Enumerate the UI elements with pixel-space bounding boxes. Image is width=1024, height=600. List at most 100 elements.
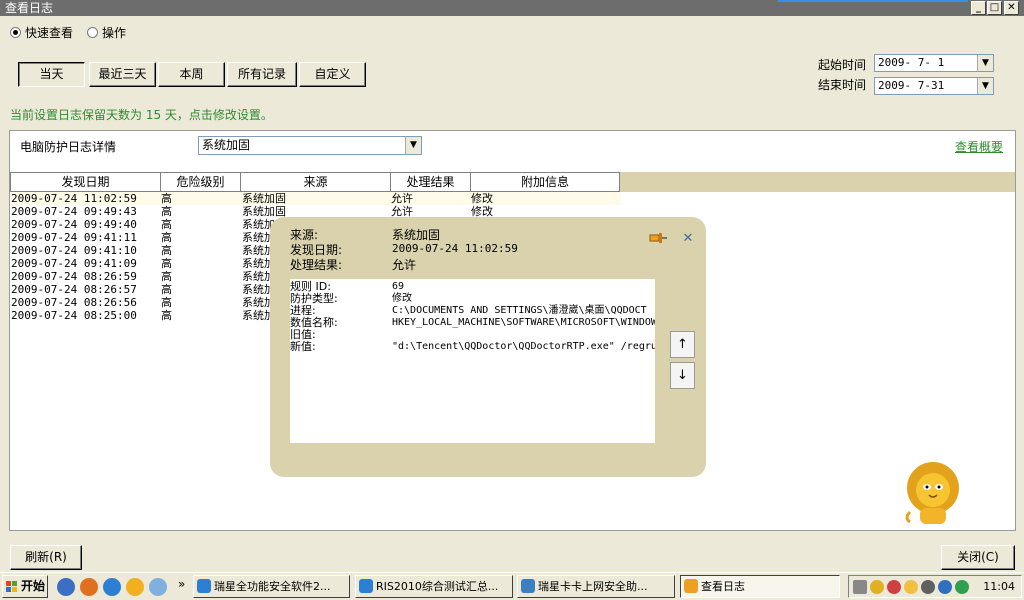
start-button[interactable]: 开始	[2, 575, 48, 598]
log-app-icon	[684, 579, 698, 593]
minimize-button[interactable]: _	[971, 1, 986, 15]
panel-title: 电脑防护日志详情	[20, 140, 117, 154]
all-records-button[interactable]: 所有记录	[227, 62, 297, 87]
operate-label[interactable]: 操作	[102, 24, 126, 41]
table-cell: 2009-07-24 08:26:56	[11, 296, 137, 309]
this-week-button[interactable]: 本周	[158, 62, 225, 87]
start-time-picker[interactable]: 2009- 7- 1 ▼	[874, 54, 994, 72]
retention-notice[interactable]: 当前设置日志保留天数为 15 天，点击修改设置。	[10, 106, 273, 123]
detail-result-value: 允许	[392, 258, 417, 272]
view-mode-group: 快速查看 操作	[10, 24, 136, 40]
column-header-result[interactable]: 处理结果	[390, 172, 471, 192]
column-header-source[interactable]: 来源	[240, 172, 391, 192]
update-icon[interactable]	[938, 580, 952, 594]
column-header-date[interactable]: 发现日期	[10, 172, 161, 192]
clock: 11:04	[983, 580, 1015, 593]
windows-logo-icon	[6, 581, 17, 592]
media-player-icon[interactable]	[57, 578, 75, 596]
music-icon[interactable]	[80, 578, 98, 596]
headset-icon[interactable]	[126, 578, 144, 596]
table-cell: 高	[161, 270, 172, 283]
refresh-button[interactable]: 刷新(R)	[10, 545, 82, 570]
table-cell: 2009-07-24 09:49:40	[11, 218, 137, 231]
quick-view-label[interactable]: 快速查看	[25, 24, 73, 41]
category-value: 系统加固	[202, 138, 251, 152]
table-cell: 2009-07-24 09:41:11	[11, 231, 137, 244]
title-bar: 查看日志 _ □ ✕	[0, 0, 1024, 16]
table-cell: 2009-07-24 11:02:59	[11, 192, 137, 205]
end-time-picker[interactable]: 2009- 7-31 ▼	[874, 77, 994, 95]
detail-result-label: 处理结果:	[290, 258, 343, 272]
start-time-value: 2009- 7- 1	[878, 56, 945, 69]
browser-icon	[359, 579, 373, 593]
next-record-button[interactable]: ↓	[670, 362, 695, 389]
close-window-button[interactable]: ✕	[1004, 1, 1019, 15]
category-select[interactable]: 系统加固 ▼	[198, 136, 422, 155]
umbrella-icon[interactable]	[955, 580, 969, 594]
close-button[interactable]: 关闭(C)	[941, 545, 1015, 570]
window-title: 查看日志	[5, 1, 54, 15]
table-cell: 高	[161, 283, 172, 296]
table-cell: 2009-07-24 09:41:09	[11, 257, 137, 270]
table-row[interactable]: 2009-07-24 11:02:59 高 系统加固 允许 修改	[11, 192, 621, 205]
more-quicklaunch-icon[interactable]: »	[178, 577, 185, 591]
detail-field-value: 69	[392, 281, 405, 292]
task-label: 瑞星卡卡上网安全助...	[538, 580, 648, 593]
last-three-days-button[interactable]: 最近三天	[89, 62, 156, 87]
table-cell: 2009-07-24 08:26:59	[11, 270, 137, 283]
table-cell: 修改	[471, 192, 493, 205]
task-label: 瑞星全功能安全软件2...	[214, 580, 331, 593]
custom-button[interactable]: 自定义	[299, 62, 366, 87]
operate-radio[interactable]	[87, 26, 99, 38]
security-icon[interactable]	[149, 578, 167, 596]
task-button-rising-suite[interactable]: 瑞星全功能安全软件2...	[193, 575, 350, 598]
detail-field-value: 修改	[392, 293, 412, 304]
task-button-ris2010[interactable]: RIS2010综合测试汇总...	[355, 575, 513, 598]
table-cell: 允许	[391, 192, 413, 205]
antivirus-icon[interactable]	[887, 580, 901, 594]
column-header-extra[interactable]: 附加信息	[470, 172, 620, 192]
browser-icon[interactable]	[103, 578, 121, 596]
table-cell: 2009-07-24 09:41:10	[11, 244, 137, 257]
quick-view-radio[interactable]	[10, 26, 21, 38]
detail-source-value: 系统加固	[392, 228, 441, 242]
task-label: 查看日志	[701, 580, 745, 593]
detail-field-label: 新值:	[290, 340, 316, 353]
detail-date-value: 2009-07-24 11:02:59	[392, 242, 518, 255]
maximize-button[interactable]: □	[987, 1, 1002, 15]
chevron-down-icon[interactable]: ▼	[405, 137, 421, 154]
detail-popup: 来源: 系统加固 发现日期: 2009-07-24 11:02:59 处理结果:…	[270, 217, 706, 477]
task-button-view-log[interactable]: 查看日志	[680, 575, 840, 598]
task-label: RIS2010综合测试汇总...	[376, 580, 499, 593]
close-icon[interactable]: ✕	[680, 231, 696, 247]
today-button[interactable]: 当天	[18, 62, 85, 87]
table-cell: 系统加固	[242, 205, 286, 218]
detail-field-value: HKEY_LOCAL_MACHINE\SOFTWARE\MICROSOFT\WI…	[392, 317, 655, 328]
qq-icon[interactable]	[870, 580, 884, 594]
table-cell: 高	[161, 309, 172, 322]
pin-icon[interactable]	[648, 231, 668, 245]
detail-field-value: "d:\Tencent\QQDoctor\QQDoctorRTP.exe" /r…	[392, 341, 655, 352]
taskbar: 开始 » 瑞星全功能安全软件2... RIS2010综合测试汇总... 瑞星卡卡…	[0, 572, 1024, 600]
end-time-value: 2009- 7-31	[878, 79, 945, 92]
table-cell: 高	[161, 296, 172, 309]
previous-record-button[interactable]: ↑	[670, 331, 695, 358]
detail-field-value: C:\DOCUMENTS AND SETTINGS\潘澄崴\桌面\QQDOCT	[392, 305, 647, 316]
start-time-label: 起始时间	[818, 58, 867, 72]
system-tray: 11:04	[848, 575, 1022, 598]
network-icon[interactable]	[921, 580, 935, 594]
table-cell: 2009-07-24 08:25:00	[11, 309, 137, 322]
start-label: 开始	[21, 579, 46, 593]
column-header-level[interactable]: 危险级别	[160, 172, 241, 192]
keyboard-icon[interactable]	[853, 580, 867, 594]
table-cell: 高	[161, 244, 172, 257]
table-cell: 2009-07-24 09:49:43	[11, 205, 137, 218]
volume-icon[interactable]	[904, 580, 918, 594]
chevron-down-icon[interactable]: ▼	[977, 78, 993, 94]
table-cell: 高	[161, 205, 172, 218]
view-summary-link[interactable]: 查看概要	[955, 138, 1003, 155]
table-cell: 高	[161, 192, 172, 205]
task-button-kaka[interactable]: 瑞星卡卡上网安全助...	[517, 575, 675, 598]
chevron-down-icon[interactable]: ▼	[977, 55, 993, 71]
title-accent	[778, 0, 968, 2]
